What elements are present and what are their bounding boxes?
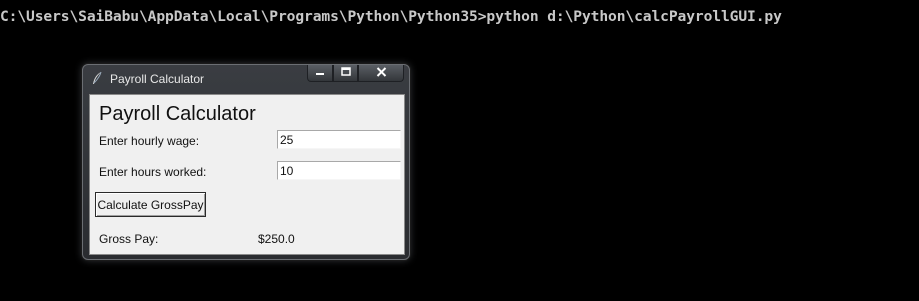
window-content: Payroll Calculator Enter hourly wage: 25… — [89, 94, 405, 255]
close-button[interactable] — [358, 65, 404, 82]
minimize-button[interactable] — [307, 65, 333, 82]
payroll-window: Payroll Calculator Payroll Calculator En… — [82, 64, 410, 260]
wage-label: Enter hourly wage: — [99, 134, 200, 148]
console-command-line: C:\Users\SaiBabu\AppData\Local\Programs\… — [0, 8, 782, 25]
calculate-grosspay-button[interactable]: Calculate GrossPay — [95, 192, 206, 217]
maximize-icon — [340, 64, 351, 82]
gross-pay-value: $250.0 — [258, 232, 295, 246]
gross-pay-label: Gross Pay: — [99, 232, 159, 246]
feather-icon — [91, 71, 103, 85]
title-bar[interactable]: Payroll Calculator — [83, 65, 409, 92]
close-icon — [376, 64, 387, 82]
hourly-wage-input[interactable]: 25 — [277, 130, 401, 149]
page-title: Payroll Calculator — [99, 103, 256, 125]
window-title: Payroll Calculator — [110, 72, 205, 86]
hours-label: Enter hours worked: — [99, 165, 207, 179]
hours-worked-input[interactable]: 10 — [277, 161, 401, 180]
maximize-button[interactable] — [333, 65, 358, 82]
minimize-icon — [315, 64, 325, 82]
